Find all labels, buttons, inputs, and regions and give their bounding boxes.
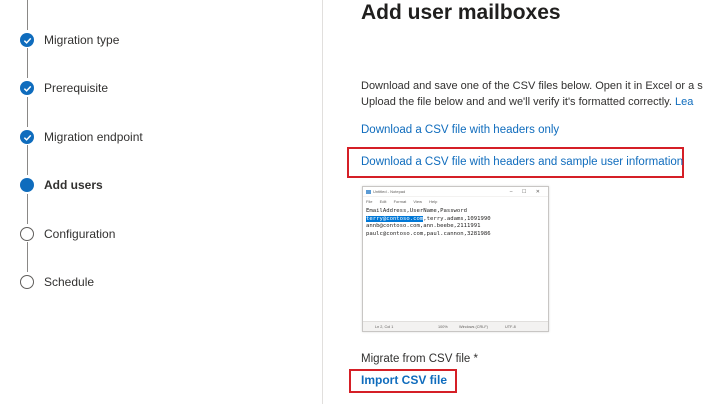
csv-line: terry@contoso.com,terry.adams,1091990 bbox=[366, 215, 548, 224]
step-label: Migration type bbox=[44, 33, 120, 47]
pending-step-icon bbox=[20, 275, 34, 289]
selected-text: terry@contoso.com bbox=[366, 215, 424, 222]
step-add-users[interactable]: Add users bbox=[20, 175, 103, 195]
learn-more-link[interactable]: Lea bbox=[675, 96, 693, 108]
description-line-2: Upload the file below and and we'll veri… bbox=[361, 94, 703, 110]
step-connector bbox=[27, 0, 28, 30]
notepad-menu: File Edit Format View Help bbox=[363, 197, 548, 206]
main-panel: Add user mailboxes Download and save one… bbox=[324, 0, 703, 404]
notepad-icon bbox=[366, 190, 371, 194]
checkmark-icon bbox=[20, 81, 34, 95]
menu-item: Format bbox=[393, 199, 407, 204]
step-connector bbox=[27, 194, 28, 224]
checkmark-icon bbox=[20, 130, 34, 144]
csv-line: EmailAddress,UserName,Password bbox=[366, 208, 468, 214]
pending-step-icon bbox=[20, 227, 34, 241]
description-line: Download and save one of the CSV files b… bbox=[361, 80, 703, 92]
step-migration-endpoint[interactable]: Migration endpoint bbox=[20, 127, 143, 147]
step-label: Prerequisite bbox=[44, 81, 109, 95]
menu-item: View bbox=[413, 199, 423, 204]
download-sample-csv-link[interactable]: Download a CSV file with headers and sam… bbox=[361, 156, 683, 168]
step-label: Migration endpoint bbox=[44, 130, 143, 144]
step-label: Configuration bbox=[44, 227, 116, 241]
wizard-sidebar: Migration type Prerequisite Migration en… bbox=[0, 0, 323, 404]
page-title: Add user mailboxes bbox=[361, 1, 561, 24]
current-step-icon bbox=[20, 178, 34, 192]
window-controls-icon: – ☐ ✕ bbox=[509, 189, 544, 195]
step-connector bbox=[27, 97, 28, 127]
notepad-statusbar: Ln 2, Col 1 100% Windows (CRLF) UTF-8 bbox=[363, 321, 548, 331]
step-connector bbox=[27, 145, 28, 175]
csv-line: paulc@contoso.com,paul.cannon,3281986 bbox=[366, 230, 491, 237]
step-prerequisite[interactable]: Prerequisite bbox=[20, 78, 108, 98]
csv-line-rest: ,terry.adams,1091990 bbox=[423, 215, 491, 222]
step-schedule[interactable]: Schedule bbox=[20, 272, 94, 292]
step-configuration[interactable]: Configuration bbox=[20, 224, 115, 244]
notepad-content: EmailAddress,UserName,Password terry@con… bbox=[363, 206, 548, 238]
step-label: Add users bbox=[44, 178, 103, 192]
step-connector bbox=[27, 242, 28, 272]
step-label: Schedule bbox=[44, 275, 95, 289]
step-migration-type[interactable]: Migration type bbox=[20, 30, 119, 50]
description: Download and save one of the CSV files b… bbox=[361, 78, 703, 110]
import-csv-button[interactable]: Import CSV file bbox=[361, 373, 447, 387]
status-zoom: 100% bbox=[438, 325, 448, 329]
notepad-screenshot: Untitled - Notepad – ☐ ✕ File Edit Forma… bbox=[362, 186, 549, 332]
notepad-titlebar: Untitled - Notepad – ☐ ✕ bbox=[363, 187, 548, 197]
checkmark-icon bbox=[20, 33, 34, 47]
step-connector bbox=[27, 48, 28, 78]
description-text: Upload the file below and and we'll veri… bbox=[361, 96, 675, 108]
migrate-from-csv-label: Migrate from CSV file * bbox=[361, 353, 478, 365]
notepad-title: Untitled - Notepad bbox=[373, 189, 406, 194]
status-position: Ln 2, Col 1 bbox=[375, 325, 394, 329]
status-encoding: UTF-8 bbox=[505, 325, 516, 329]
menu-item: File bbox=[366, 199, 373, 204]
csv-line: annb@contoso.com,ann.beebe,2111991 bbox=[366, 223, 481, 230]
download-headers-only-link[interactable]: Download a CSV file with headers only bbox=[361, 124, 559, 136]
menu-item: Help bbox=[429, 199, 438, 204]
menu-item: Edit bbox=[379, 199, 387, 204]
status-eol: Windows (CRLF) bbox=[459, 325, 488, 329]
